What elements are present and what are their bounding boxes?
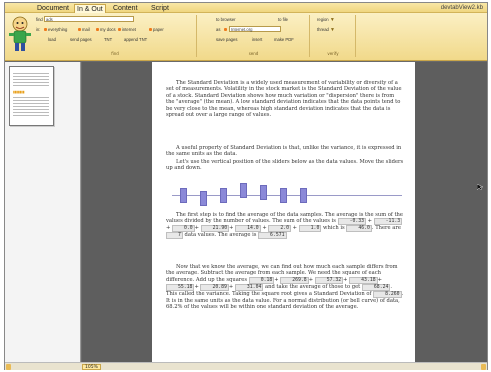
to-browser-button[interactable]: to browser xyxy=(216,17,236,22)
term-value: 1.0 xyxy=(298,225,322,233)
tab-document[interactable]: Document xyxy=(35,4,71,13)
paragraph-average: The first step is to find the average of… xyxy=(166,212,403,240)
tnt-button[interactable]: TNT xyxy=(104,37,112,42)
paragraph-intro: The Standard Deviation is a widely used … xyxy=(166,80,402,119)
thread-dropdown[interactable]: thread ▼ xyxy=(317,27,335,33)
slider-handle[interactable] xyxy=(280,187,287,203)
square-value: 0.18 xyxy=(248,276,275,284)
slider-chart xyxy=(172,182,402,208)
square-value: 55.18 xyxy=(166,283,195,291)
tab-script[interactable]: Script xyxy=(149,4,171,13)
chevron-down-icon: ▼ xyxy=(329,17,335,23)
term-value: -11.3 xyxy=(373,218,403,226)
slider-handle[interactable] xyxy=(260,184,267,200)
term-value: 2.0 xyxy=(268,225,292,233)
term-value: 21.90 xyxy=(200,225,230,233)
mascot-logo-icon xyxy=(9,16,31,51)
tab-in-out[interactable]: In & Out xyxy=(74,4,106,13)
paragraph-property: A useful property of Standard Deviation … xyxy=(166,145,402,158)
make-pdf-button[interactable]: make PDF xyxy=(274,37,294,42)
variance-value: 68.24 xyxy=(361,283,391,291)
find-input[interactable]: ads xyxy=(44,16,134,22)
status-bar: 105% xyxy=(5,362,487,370)
file-name: devtabView2.kb xyxy=(440,5,483,11)
as-label: as xyxy=(216,27,221,32)
left-scroll-handle[interactable] xyxy=(6,364,11,370)
scope-my-docs[interactable]: my docs xyxy=(96,27,116,32)
find-group-label: find xyxy=(111,51,119,56)
as-checkbox[interactable] xyxy=(224,28,227,31)
thumbnail-slider-marks: ▮▮▮▮▮▮▮ xyxy=(13,90,25,94)
send-group: to browser to file as Internet.org save … xyxy=(198,15,310,57)
page-thumbnails-sidebar: ▮▮▮▮▮▮▮ xyxy=(5,62,81,362)
slider-handle[interactable] xyxy=(300,187,307,203)
term-value: 0.0 xyxy=(172,225,195,233)
verify-group: region ▼ thread ▼ verify xyxy=(311,15,356,57)
term-value: 14.0 xyxy=(235,225,261,233)
count-value: 7 xyxy=(166,232,183,240)
slider-handle[interactable] xyxy=(240,182,247,198)
to-file-button[interactable]: to file xyxy=(278,17,288,22)
average-value: 6.571 xyxy=(258,232,287,240)
load-button[interactable]: load xyxy=(48,37,56,42)
region-dropdown[interactable]: region ▼ xyxy=(317,17,335,23)
square-value: 43.18 xyxy=(349,276,378,284)
slider-handle[interactable] xyxy=(180,188,187,204)
slider-handle[interactable] xyxy=(200,190,207,206)
square-value: 57.32 xyxy=(314,276,344,284)
tab-content[interactable]: Content xyxy=(111,4,140,13)
send-group-label: send xyxy=(248,51,259,56)
as-input[interactable]: Internet.org xyxy=(229,26,281,32)
zoom-level[interactable]: 105% xyxy=(82,364,101,370)
paragraph-variance: Now that we know the average, we can fin… xyxy=(166,264,404,311)
slider-handle[interactable] xyxy=(220,188,227,203)
ribbon: find ads in: everything mail my docs int… xyxy=(5,13,487,61)
document-area: The Standard Deviation is a widely used … xyxy=(82,62,487,362)
paragraph-sliders: Let's use the vertical position of the s… xyxy=(166,159,404,172)
page-thumbnail[interactable]: ▮▮▮▮▮▮▮ xyxy=(9,66,54,126)
sum-value: 46.0 xyxy=(346,225,372,233)
scope-paper[interactable]: paper xyxy=(149,27,164,32)
verify-group-label: verify xyxy=(327,51,339,56)
find-label: find xyxy=(36,17,43,22)
document-page: The Standard Deviation is a widely used … xyxy=(152,62,415,362)
square-value: 269.8 xyxy=(280,276,309,284)
scope-mail[interactable]: mail xyxy=(78,27,90,32)
tab-bar: Document In & Out Content Script devtabV… xyxy=(5,3,487,13)
insert-button[interactable]: insert xyxy=(252,37,262,42)
square-value: 20.89 xyxy=(200,283,229,291)
app-window: Document In & Out Content Script devtabV… xyxy=(4,2,488,370)
scope-everything[interactable]: everything xyxy=(44,27,67,32)
in-label: in: xyxy=(36,27,41,32)
std-dev-value: 8.260 xyxy=(373,290,402,298)
scope-internet[interactable]: internet xyxy=(118,27,136,32)
square-value: 31.04 xyxy=(234,283,264,291)
cursor-arrow-icon xyxy=(477,184,483,190)
save-pages-button[interactable]: save pages xyxy=(216,37,237,42)
append-tnt-button[interactable]: append TNT xyxy=(124,37,147,42)
right-scroll-handle[interactable] xyxy=(481,364,486,370)
find-group: find ads in: everything mail my docs int… xyxy=(34,15,197,57)
send-pages-button[interactable]: send pages xyxy=(70,37,92,42)
term-value: -0.33 xyxy=(337,218,367,226)
chevron-down-icon: ▼ xyxy=(330,27,335,33)
